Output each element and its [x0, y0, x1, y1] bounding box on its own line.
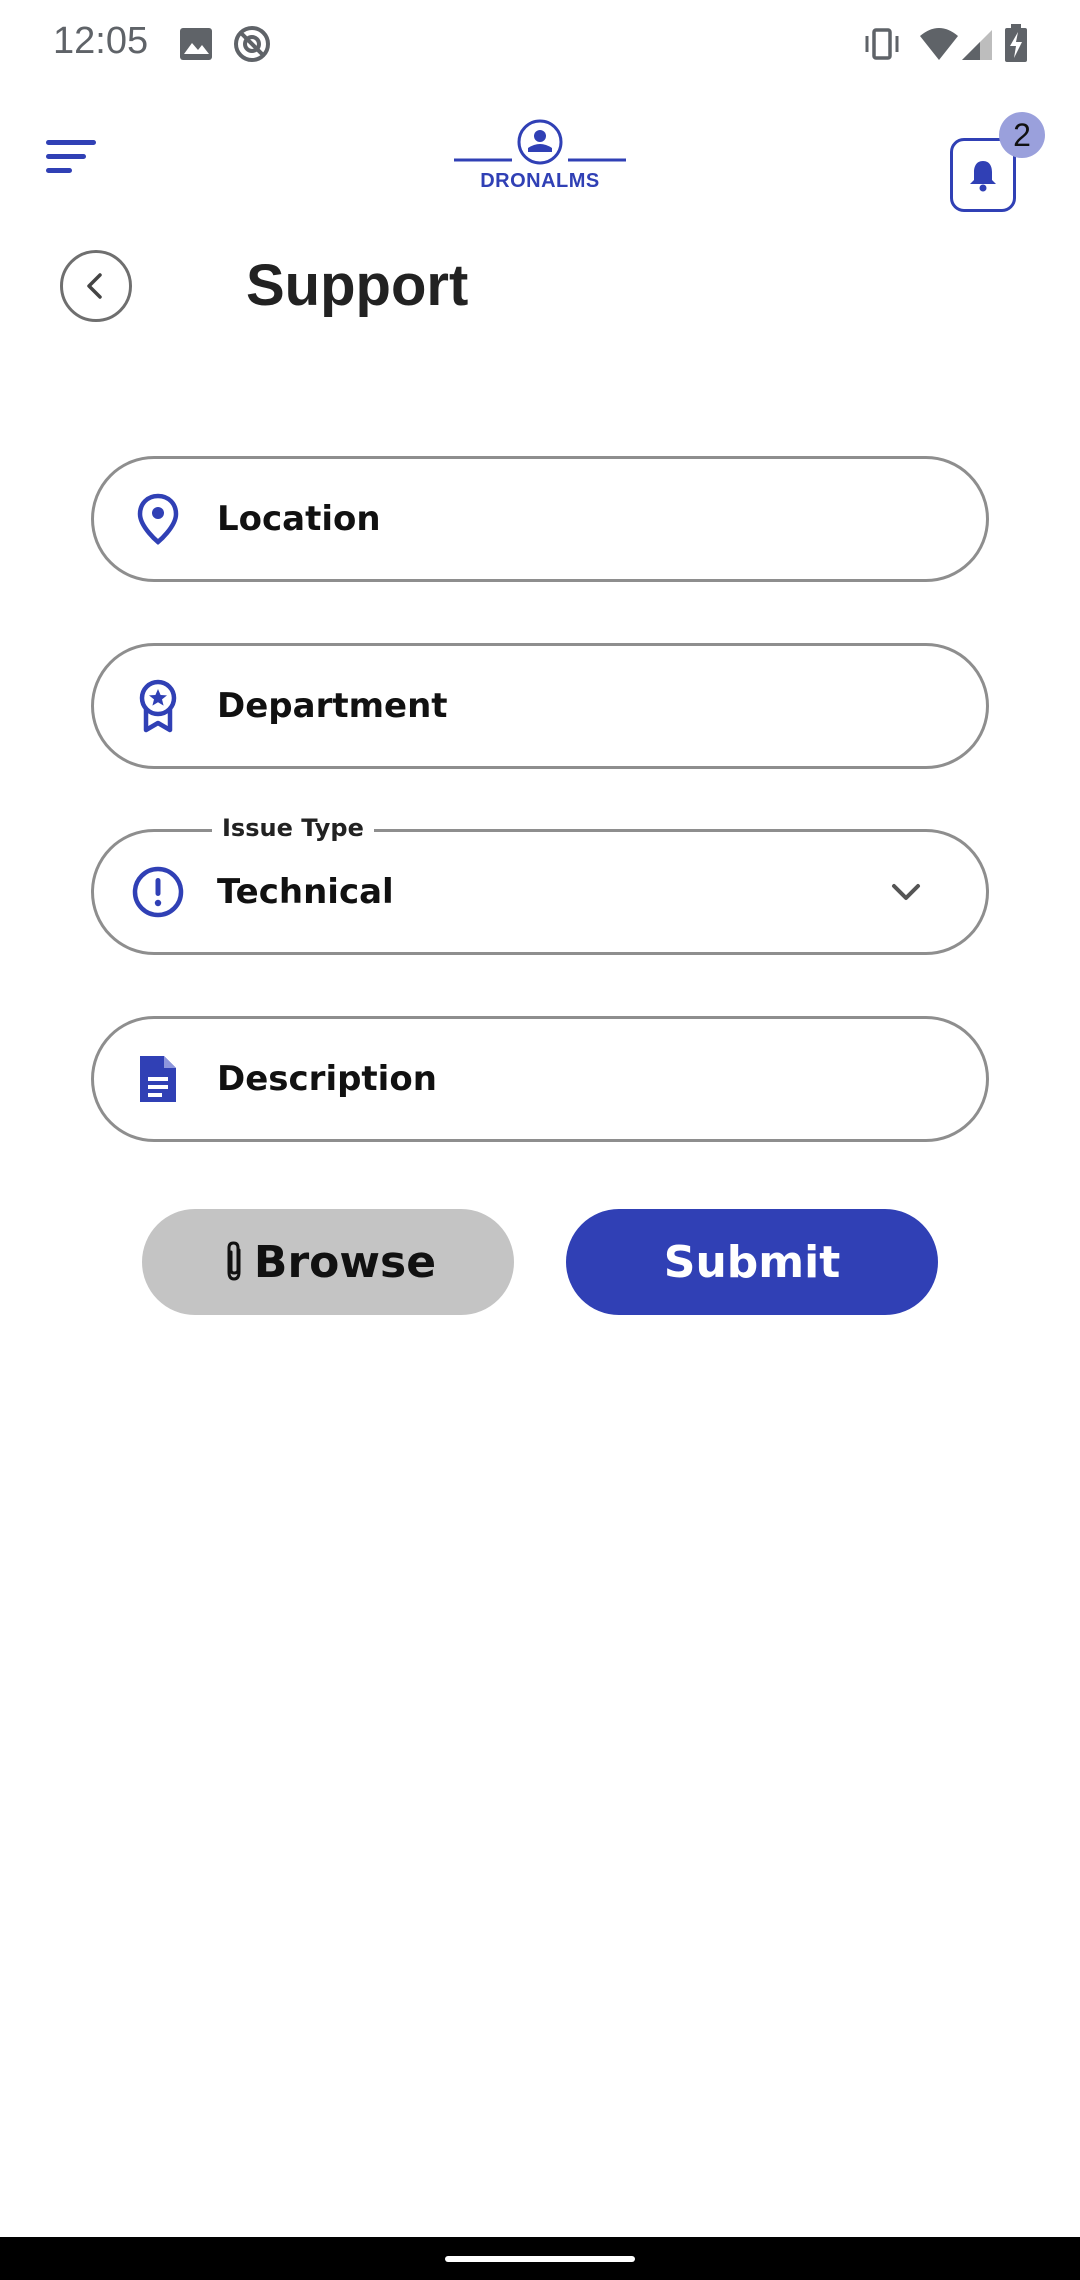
chevron-down-icon	[892, 884, 920, 900]
image-icon	[180, 28, 212, 60]
paperclip-icon	[227, 1241, 241, 1281]
notification-badge: 2	[999, 112, 1045, 158]
menu-button[interactable]	[44, 136, 104, 180]
system-nav-bar	[0, 2237, 1080, 2280]
bell-icon	[970, 161, 996, 192]
app-logo: DRONALMS	[450, 118, 630, 198]
at-sign-icon	[234, 26, 270, 62]
battery-charging-icon	[1005, 24, 1027, 62]
location-label: Location	[217, 499, 381, 539]
issue-type-dropdown[interactable]: Issue Type Technical	[91, 808, 989, 955]
department-label: Department	[217, 686, 448, 726]
submit-label: Submit	[663, 1236, 841, 1288]
chevron-left-icon	[87, 273, 102, 299]
browse-button[interactable]: Browse	[142, 1209, 514, 1315]
location-pin-icon	[128, 489, 188, 549]
signal-icon	[962, 30, 992, 60]
back-button[interactable]	[60, 250, 132, 322]
document-icon	[128, 1049, 188, 1109]
menu-icon	[46, 140, 96, 173]
browse-label: Browse	[253, 1236, 437, 1288]
wifi-icon	[920, 28, 958, 60]
award-ribbon-icon	[128, 676, 188, 736]
status-bar: 12:05	[0, 0, 1080, 90]
department-field[interactable]: Department	[91, 643, 989, 769]
description-label: Description	[217, 1059, 437, 1099]
status-time: 12:05	[53, 20, 149, 62]
location-field[interactable]: Location	[91, 456, 989, 582]
submit-button[interactable]: Submit	[566, 1209, 938, 1315]
page-title: Support	[246, 253, 469, 318]
vibrate-icon	[865, 28, 899, 60]
alert-circle-icon	[128, 862, 188, 922]
logo-emblem-icon	[454, 119, 626, 165]
issue-type-value: Technical	[217, 872, 394, 912]
description-field[interactable]: Description	[91, 1016, 989, 1142]
logo-text: DRONALMS	[480, 170, 600, 192]
home-gesture-handle[interactable]	[445, 2256, 635, 2262]
